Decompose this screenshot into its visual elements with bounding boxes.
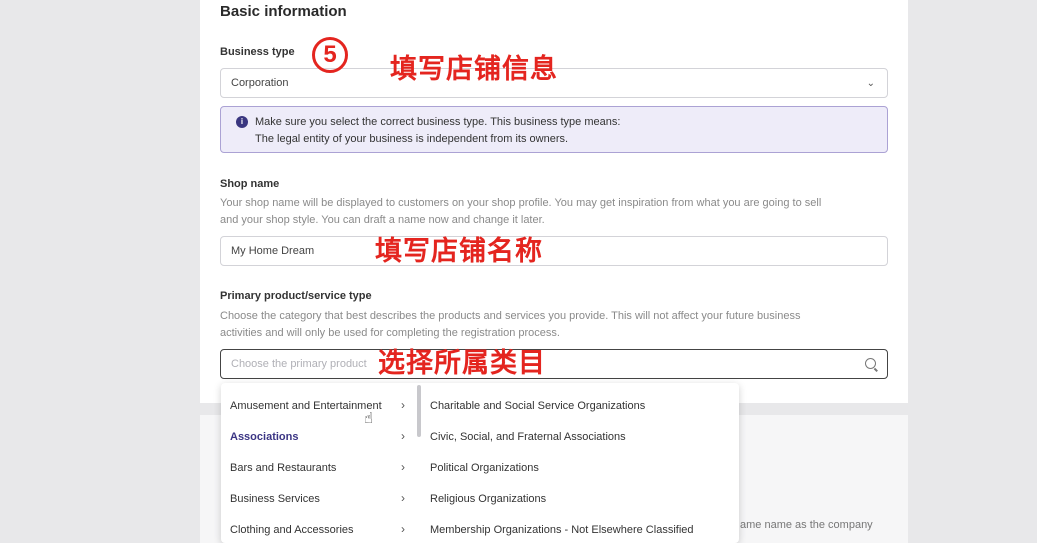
subcategory-label: Membership Organizations - Not Elsewhere…	[430, 524, 694, 536]
shop-name-annotation: 填写店铺名称	[375, 236, 543, 266]
chevron-right-icon: ›	[401, 491, 405, 505]
category-item-bars[interactable]: Bars and Restaurants ›	[221, 449, 417, 480]
category-item-associations[interactable]: Associations ›	[221, 418, 417, 449]
subcategory-item[interactable]: Religious Organizations	[421, 480, 739, 511]
step-number-annotation: 5	[312, 37, 348, 73]
info-icon: i	[236, 116, 248, 128]
category-item-amusement[interactable]: Amusement and Entertainment ›	[221, 387, 417, 418]
category-label: Clothing and Accessories	[230, 524, 354, 536]
subcategory-label: Political Organizations	[430, 462, 539, 474]
primary-product-help-line-1: Choose the category that best describes …	[220, 310, 801, 322]
business-type-value: Corporation	[231, 77, 289, 89]
subcategory-label: Civic, Social, and Fraternal Association…	[430, 431, 626, 443]
chevron-right-icon: ›	[401, 398, 405, 412]
shop-name-help-line-1: Your shop name will be displayed to cust…	[220, 197, 822, 209]
step-text-annotation: 填写店铺信息	[390, 54, 558, 84]
shop-name-help: Your shop name will be displayed to cust…	[220, 195, 880, 229]
obscured-help-text: ame name as the company	[740, 519, 873, 531]
category-label: Associations	[230, 431, 299, 443]
category-label: Business Services	[230, 493, 320, 505]
subcategory-label: Religious Organizations	[430, 493, 547, 505]
notice-line-2: The legal entity of your business is ind…	[255, 133, 569, 145]
primary-product-help: Choose the category that best describes …	[220, 308, 880, 342]
primary-product-label: Primary product/service type	[220, 290, 372, 302]
category-label: Bars and Restaurants	[230, 462, 337, 474]
subcategory-label: Charitable and Social Service Organizati…	[430, 400, 646, 412]
notice-line-1: Make sure you select the correct busines…	[255, 116, 621, 128]
chevron-right-icon: ›	[401, 429, 405, 443]
hand-cursor-icon: ☝	[364, 410, 374, 427]
category-label: Amusement and Entertainment	[230, 400, 382, 412]
search-icon[interactable]	[865, 358, 876, 369]
chevron-right-icon: ›	[401, 522, 405, 536]
business-type-label: Business type	[220, 46, 295, 58]
category-dropdown: Amusement and Entertainment › Associatio…	[221, 383, 739, 543]
shop-name-value: My Home Dream	[231, 245, 315, 257]
primary-product-help-line-2: activities and will only be used for com…	[220, 327, 560, 339]
subcategory-item[interactable]: Charitable and Social Service Organizati…	[421, 387, 739, 418]
primary-product-placeholder: Choose the primary product	[231, 358, 367, 370]
category-list: Amusement and Entertainment › Associatio…	[221, 383, 417, 543]
category-item-business-services[interactable]: Business Services ›	[221, 480, 417, 511]
business-type-notice: i Make sure you select the correct busin…	[220, 106, 888, 153]
shop-name-help-line-2: and your shop style. You can draft a nam…	[220, 214, 545, 226]
chevron-right-icon: ›	[401, 460, 405, 474]
chevron-down-icon: ⌄	[866, 78, 875, 89]
subcategory-item[interactable]: Membership Organizations - Not Elsewhere…	[421, 511, 739, 542]
section-title: Basic information	[220, 3, 347, 20]
subcategory-item[interactable]: Political Organizations	[421, 449, 739, 480]
subcategory-list: Charitable and Social Service Organizati…	[421, 383, 739, 543]
subcategory-item[interactable]: Civic, Social, and Fraternal Association…	[421, 418, 739, 449]
shop-name-input[interactable]: My Home Dream	[220, 236, 888, 266]
primary-product-search-input[interactable]: Choose the primary product	[220, 349, 888, 379]
category-item-clothing[interactable]: Clothing and Accessories ›	[221, 511, 417, 542]
category-annotation: 选择所属类目	[378, 348, 546, 378]
shop-name-label: Shop name	[220, 178, 280, 190]
